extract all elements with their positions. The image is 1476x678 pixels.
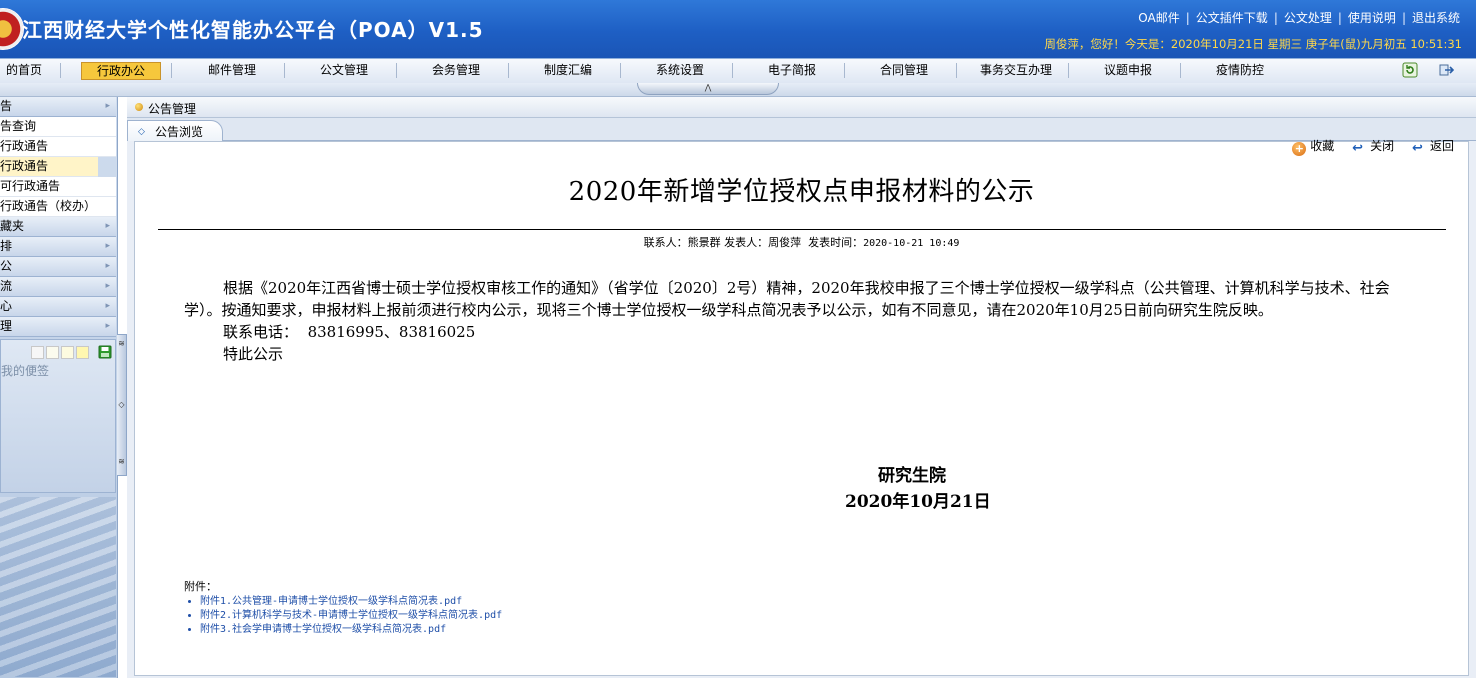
menu-epidemic-prevention[interactable]: 疫情防控	[1190, 62, 1290, 78]
sidebar-item-admin-notice-office[interactable]: 行政通告（校办）	[0, 197, 116, 217]
module-title: 公告管理	[148, 102, 197, 116]
contact-phone: 83816995、83816025	[307, 323, 476, 341]
sidebar-item-admin-notice-selected[interactable]: 行政通告	[0, 157, 98, 177]
bullet-icon	[135, 103, 143, 111]
contact-phone-line: 联系电话： 83816995、83816025	[223, 323, 476, 341]
splitter-handle[interactable]: ⋀	[637, 83, 779, 95]
sidebar-item-notice-query[interactable]: 告查询	[0, 117, 116, 137]
chevron-right-icon: ▸	[105, 321, 110, 331]
menu-transaction-interaction[interactable]: 事务交互办理	[966, 62, 1066, 78]
signature-date: 2020年10月21日	[845, 492, 991, 512]
top-links: OA邮件 | 公文插件下载 | 公文处理 | 使用说明 | 退出系统	[1138, 11, 1460, 25]
favorite-plus-icon: +	[1292, 142, 1307, 156]
chevron-right-icon: ▸	[105, 241, 110, 251]
notice-paragraph: 根据《2020年江西省博士硕士学位授权审核工作的通知》（省学位〔2020〕2号）…	[184, 279, 1390, 319]
chevron-right-icon: ▸	[105, 301, 110, 311]
tab-notice-browse[interactable]: ◇ 公告浏览	[127, 120, 223, 141]
tab-strip: ◇ 公告浏览	[127, 118, 1476, 141]
sticky-note-label: 我的便签	[1, 364, 50, 378]
menu-meeting-management[interactable]: 会务管理	[406, 62, 506, 78]
note-color-lightyellow[interactable]	[61, 346, 74, 359]
sidebar-collapse-handle[interactable]: ≋ ◇ ≋	[117, 334, 127, 476]
note-color-white[interactable]	[31, 346, 44, 359]
note-color-yellow[interactable]	[76, 346, 89, 359]
sidebar-cat-flow[interactable]: 流 ▸	[0, 277, 116, 297]
app-title: 江西财经大学个性化智能办公平台（POA）V1.5	[22, 18, 484, 42]
header-banner: 江西财经大学个性化智能办公平台（POA）V1.5 OA邮件 | 公文插件下载 | 公文处…	[0, 0, 1476, 58]
menu-e-bulletin[interactable]: 电子简报	[742, 62, 842, 78]
attachment-link[interactable]: 附件2.计算机科学与技术-申请博士学位授权一级学科点简况表.pdf	[200, 609, 502, 623]
closing-line: 特此公示	[223, 345, 284, 363]
close-button[interactable]: ↩ 关闭	[1352, 137, 1394, 156]
back-button[interactable]: ↩ 返回	[1412, 137, 1454, 156]
sidebar-cat-schedule[interactable]: 排 ▸	[0, 237, 116, 257]
sidebar: 告 ▸ 告查询 行政通告 行政通告 可行政通告 行政通告（校办） 藏夹 ▸ 排 ▸ 公…	[0, 97, 118, 678]
attachment-link[interactable]: 附件3.社会学申请博士学位授权一级学科点简况表.pdf	[200, 623, 502, 637]
logout-link[interactable]: 退出系统	[1412, 11, 1460, 25]
chevron-up-icon: ⋀	[704, 83, 712, 92]
plugin-download-link[interactable]: 公文插件下载	[1196, 11, 1268, 25]
chevron-left-icon: ◇	[118, 400, 125, 409]
back-arrow-icon: ↩	[1352, 141, 1364, 156]
menu-topic-declaration[interactable]: 议题申报	[1078, 62, 1178, 78]
user-guide-link[interactable]: 使用说明	[1348, 11, 1396, 25]
favorite-button[interactable]: + 收藏	[1292, 137, 1334, 156]
title-divider	[158, 229, 1446, 230]
save-icon[interactable]	[98, 345, 112, 359]
diamond-icon: ◇	[138, 127, 145, 137]
chevron-right-icon: ▸	[105, 281, 110, 291]
publisher: 周俊萍	[768, 236, 802, 249]
chevron-right-icon: ▸	[105, 261, 110, 271]
back-arrow-icon: ↩	[1411, 141, 1423, 156]
menu-contract-management[interactable]: 合同管理	[854, 62, 954, 78]
refresh-icon[interactable]	[1402, 62, 1418, 78]
attachment-list: 附件1.公共管理-申请博士学位授权一级学科点简况表.pdf 附件2.计算机科学与…	[184, 595, 502, 637]
menu-regulations[interactable]: 制度汇编	[518, 62, 618, 78]
sidebar-cat-favorites[interactable]: 藏夹 ▸	[0, 217, 116, 237]
publish-time: 2020-10-21 10:49	[863, 238, 960, 249]
sidebar-item-dept-admin-notice[interactable]: 可行政通告	[0, 177, 116, 197]
sticky-note-panel: 我的便签	[0, 339, 116, 493]
document-processing-link[interactable]: 公文处理	[1284, 11, 1332, 25]
chevron-right-icon: ▸	[105, 101, 110, 111]
user-status-line: 周俊萍，您好！今天是：2020年10月21日 星期三 庚子年(鼠)九月初五 10…	[1044, 37, 1462, 51]
header-splitter: ⋀	[0, 83, 1476, 97]
menu-mail-management[interactable]: 邮件管理	[182, 62, 282, 78]
sidebar-cat-office[interactable]: 公 ▸	[0, 257, 116, 277]
sidebar-cat-management[interactable]: 理 ▸	[0, 317, 116, 337]
attachments-label: 附件：	[184, 580, 217, 593]
note-color-cream[interactable]	[46, 346, 59, 359]
university-seal-icon	[0, 8, 24, 50]
notice-meta: 联系人：熊景群 发表人：周俊萍 发表时间：2020-10-21 10:49	[643, 236, 960, 249]
main-frame: 公告管理 ◇ 公告浏览 + 收藏 ↩ 关闭 ↩ 返回 2020年新增学位授权点申报材料…	[127, 97, 1476, 678]
notice-toolbar: + 收藏 ↩ 关闭 ↩ 返回	[1278, 137, 1454, 156]
menu-document-management[interactable]: 公文管理	[294, 62, 394, 78]
chevron-right-icon: ▸	[105, 221, 110, 231]
notice-title: 2020年新增学位授权点申报材料的公示	[568, 177, 1035, 207]
module-title-bar: 公告管理	[127, 97, 1476, 118]
attachment-link[interactable]: 附件1.公共管理-申请博士学位授权一级学科点简况表.pdf	[200, 595, 502, 609]
oa-mail-link[interactable]: OA邮件	[1138, 11, 1179, 25]
exit-icon[interactable]	[1438, 62, 1454, 78]
keyboard-background-image	[0, 497, 116, 677]
signature-org: 研究生院	[878, 466, 946, 486]
menu-home[interactable]: 的首页	[0, 62, 50, 78]
menu-administrative-office[interactable]: 行政办公	[81, 62, 161, 80]
contact-person: 熊景群	[687, 236, 721, 249]
attachments: 附件： 附件1.公共管理-申请博士学位授权一级学科点简况表.pdf 附件2.计算…	[184, 578, 502, 637]
main-menu-bar: 的首页 行政办公 邮件管理 公文管理 会务管理 制度汇编 系统设置 电子简报 合…	[0, 58, 1476, 84]
sidebar-cat-center[interactable]: 心 ▸	[0, 297, 116, 317]
menu-system-settings[interactable]: 系统设置	[630, 62, 730, 78]
notice-body: 根据《2020年江西省博士硕士学位授权审核工作的通知》（省学位〔2020〕2号）…	[184, 277, 1414, 365]
sidebar-item-admin-notice[interactable]: 行政通告	[0, 137, 116, 157]
sidebar-cat-notice[interactable]: 告 ▸	[0, 97, 116, 117]
